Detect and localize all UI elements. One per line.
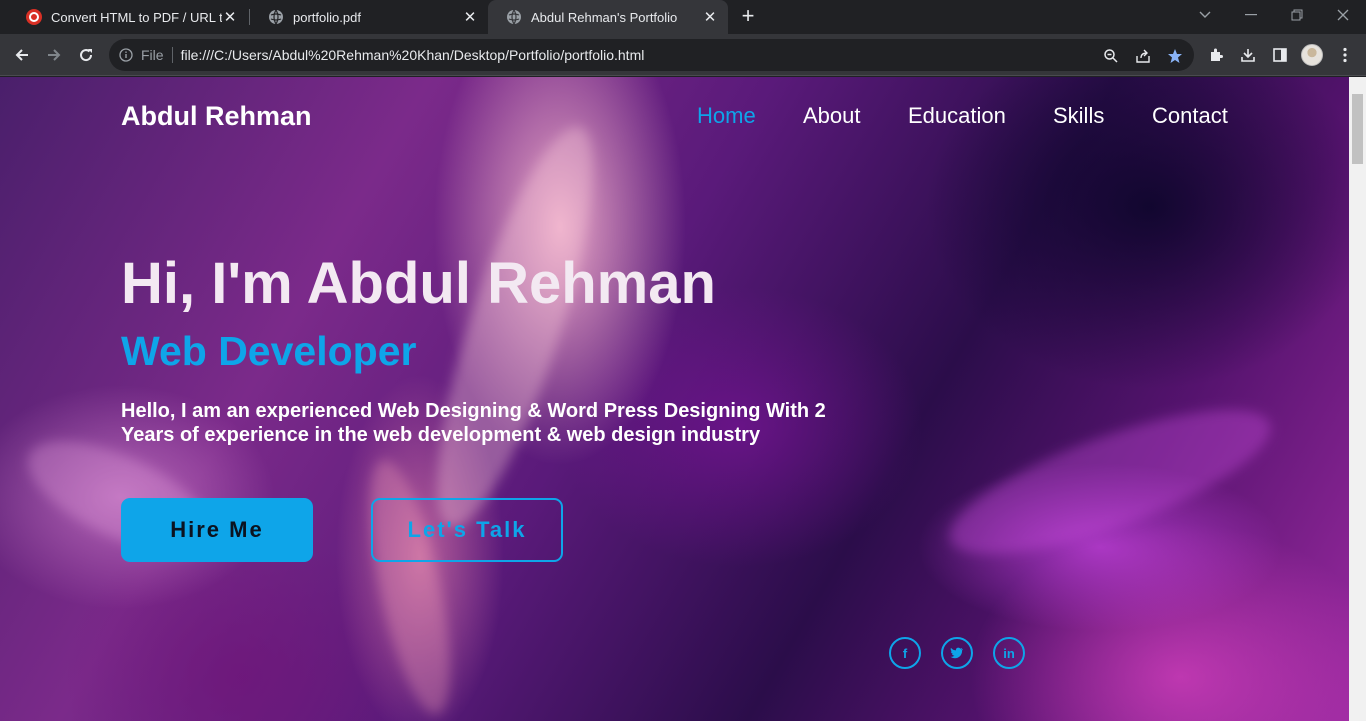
page-viewport: Abdul Rehman Home About Education Skills… xyxy=(0,77,1349,721)
background-swirl xyxy=(934,381,1286,583)
tab-portfolio-pdf[interactable]: portfolio.pdf ✕ xyxy=(250,0,488,34)
scheme-label: File xyxy=(141,47,164,63)
facebook-link[interactable]: f xyxy=(889,637,921,669)
minimize-button[interactable] xyxy=(1228,0,1274,30)
tab-strip: Convert HTML to PDF / URL to PDF ✕ portf… xyxy=(0,0,1366,34)
zoom-button[interactable] xyxy=(1102,47,1120,65)
divider xyxy=(171,47,173,63)
close-window-button[interactable] xyxy=(1320,0,1366,30)
arrow-right-icon xyxy=(48,49,61,61)
tab-title: Abdul Rehman's Portfolio xyxy=(531,9,678,25)
restore-button[interactable] xyxy=(1274,0,1320,30)
reload-icon xyxy=(80,49,93,62)
lets-talk-button[interactable]: Let's Talk xyxy=(371,498,563,562)
downloads-button[interactable] xyxy=(1238,45,1258,65)
tab-portfolio-active[interactable]: Abdul Rehman's Portfolio ✕ xyxy=(488,0,728,34)
linkedin-icon: in xyxy=(1003,645,1015,661)
url-text[interactable]: file:///C:/Users/Abdul%20Rehman%20Khan/D… xyxy=(181,47,645,63)
globe-icon xyxy=(269,9,283,25)
page-scrollbar[interactable] xyxy=(1349,77,1366,721)
nav-about[interactable]: About xyxy=(803,103,861,129)
minimize-icon xyxy=(1245,14,1257,16)
bookmark-button[interactable] xyxy=(1166,47,1184,65)
tab-convert-html[interactable]: Convert HTML to PDF / URL to PDF ✕ xyxy=(8,0,248,34)
nav-home[interactable]: Home xyxy=(697,103,756,129)
close-icon[interactable]: ✕ xyxy=(462,9,478,26)
close-icon[interactable]: ✕ xyxy=(702,9,718,26)
info-icon[interactable] xyxy=(119,48,133,62)
new-tab-button[interactable]: + xyxy=(736,5,760,29)
download-icon xyxy=(1241,49,1255,62)
tab-search-button[interactable] xyxy=(1182,0,1228,30)
close-icon[interactable]: ✕ xyxy=(222,9,238,26)
tab-title: portfolio.pdf xyxy=(293,9,361,25)
side-panel-icon xyxy=(1273,48,1287,62)
hire-me-button[interactable]: Hire Me xyxy=(121,498,313,562)
puzzle-icon xyxy=(1211,48,1223,61)
restore-icon xyxy=(1291,9,1303,21)
back-button[interactable] xyxy=(8,41,36,69)
reload-button[interactable] xyxy=(72,41,100,69)
hero-subtitle: Web Developer xyxy=(121,328,417,374)
forward-button[interactable] xyxy=(40,41,68,69)
profile-avatar[interactable] xyxy=(1301,44,1323,66)
share-icon xyxy=(1136,49,1150,63)
twitter-link[interactable] xyxy=(941,637,973,669)
star-icon xyxy=(1168,49,1182,63)
more-vert-icon xyxy=(1343,47,1347,63)
linkedin-link[interactable]: in xyxy=(993,637,1025,669)
nav-education[interactable]: Education xyxy=(908,103,1006,129)
globe-icon xyxy=(507,9,521,25)
extensions-button[interactable] xyxy=(1206,45,1226,65)
scrollbar-thumb[interactable] xyxy=(1352,94,1363,164)
tab-title: Convert HTML to PDF / URL to PDF xyxy=(51,9,222,25)
side-panel-button[interactable] xyxy=(1270,45,1290,65)
share-button[interactable] xyxy=(1134,47,1152,65)
chevron-down-icon xyxy=(1199,11,1211,18)
address-bar[interactable]: File file:///C:/Users/Abdul%20Rehman%20K… xyxy=(109,39,1194,71)
hero-description: Hello, I am an experienced Web Designing… xyxy=(121,400,826,446)
nav-contact[interactable]: Contact xyxy=(1152,103,1228,129)
close-icon xyxy=(1337,9,1349,21)
browser-toolbar: File file:///C:/Users/Abdul%20Rehman%20K… xyxy=(0,34,1366,76)
arrow-left-icon xyxy=(15,49,28,61)
background-swirl xyxy=(407,113,623,541)
menu-button[interactable] xyxy=(1335,45,1355,65)
nav-skills[interactable]: Skills xyxy=(1053,103,1104,129)
zoom-icon xyxy=(1104,49,1118,63)
twitter-icon xyxy=(950,647,963,659)
hero-title: Hi, I'm Abdul Rehman xyxy=(121,251,716,316)
site-logo[interactable]: Abdul Rehman xyxy=(121,101,312,132)
facebook-icon: f xyxy=(902,645,908,661)
pdf-convert-icon xyxy=(26,9,42,25)
